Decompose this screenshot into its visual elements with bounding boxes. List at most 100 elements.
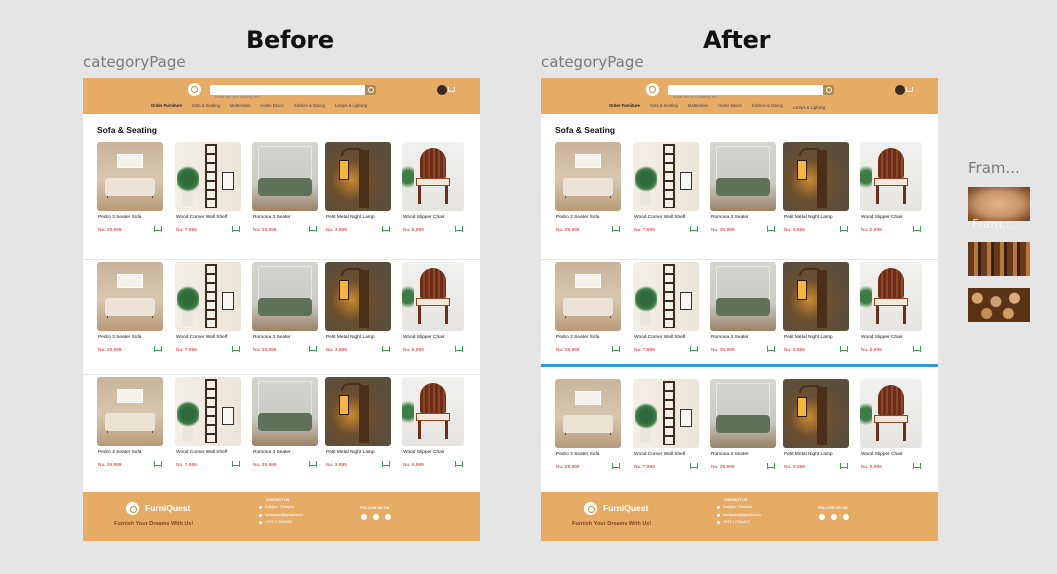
product-name[interactable]: Romona 3 Seater	[711, 215, 749, 220]
add-to-cart-icon[interactable]	[308, 225, 317, 232]
cart-icon[interactable]	[448, 87, 455, 92]
wood-texture-thumbnail-3[interactable]	[968, 288, 1030, 322]
product-image[interactable]	[633, 262, 699, 331]
product-card[interactable]: Wood Slipper Chair Nu. 5,999	[860, 262, 922, 353]
add-to-cart-icon[interactable]	[611, 462, 620, 469]
add-to-cart-icon[interactable]	[231, 345, 240, 352]
product-card[interactable]: Petit Metal Night Lamp Nu. 3,999	[325, 142, 391, 233]
cart-icon[interactable]	[906, 87, 913, 92]
search-icon[interactable]	[365, 85, 376, 95]
add-to-cart-icon[interactable]	[766, 462, 775, 469]
add-to-cart-icon[interactable]	[611, 225, 620, 232]
product-name[interactable]: Romona 3 Seater	[711, 452, 749, 457]
nav-item-order-furniture[interactable]: Order Furniture	[609, 103, 640, 108]
product-card[interactable]: Pedro 3 Seater Sofa Nu. 29,999	[97, 262, 163, 353]
product-name[interactable]: Wood Slipper Chair	[861, 452, 903, 457]
add-to-cart-icon[interactable]	[153, 345, 162, 352]
add-to-cart-icon[interactable]	[231, 225, 240, 232]
product-card[interactable]: Romona 3 Seater Nu. 35,999	[252, 142, 318, 233]
add-to-cart-icon[interactable]	[454, 460, 463, 467]
product-image[interactable]	[710, 262, 776, 331]
product-name[interactable]: Pedro 3 Seater Sofa	[98, 335, 141, 340]
add-to-cart-icon[interactable]	[912, 462, 921, 469]
nav-item-lamps-lighting[interactable]: Lamps & Lighting	[335, 103, 367, 108]
product-card[interactable]: Wood Corner Wall Shelf Nu. 7,999	[633, 262, 699, 353]
product-image[interactable]	[175, 377, 241, 446]
add-to-cart-icon[interactable]	[912, 225, 921, 232]
add-to-cart-icon[interactable]	[689, 345, 698, 352]
search-input[interactable]	[668, 91, 818, 102]
product-card[interactable]: Romona 3 Seater Nu. 35,999	[710, 142, 776, 233]
product-card[interactable]: Wood Corner Wall Shelf Nu. 7,999	[633, 142, 699, 233]
add-to-cart-icon[interactable]	[839, 225, 848, 232]
product-card[interactable]: Petit Metal Night Lamp Nu. 3,999	[783, 379, 849, 470]
contact-email[interactable]: furniquest@gmail.com	[259, 513, 303, 517]
add-to-cart-icon[interactable]	[689, 462, 698, 469]
wood-texture-thumbnail-2[interactable]	[968, 242, 1030, 276]
product-image[interactable]	[97, 142, 163, 211]
product-name[interactable]: Romona 3 Seater	[711, 335, 749, 340]
product-card[interactable]: Petit Metal Night Lamp Nu. 3,999	[783, 262, 849, 353]
product-card[interactable]: Pedro 3 Seater Sofa Nu. 29,999	[555, 379, 621, 470]
contact-phone[interactable]: +975 17234423	[717, 520, 750, 524]
product-name[interactable]: Wood Slipper Chair	[403, 450, 445, 455]
product-image[interactable]	[860, 379, 922, 448]
add-to-cart-icon[interactable]	[381, 460, 390, 467]
product-name[interactable]: Petit Metal Night Lamp	[326, 335, 375, 340]
instagram-icon[interactable]	[831, 514, 837, 520]
add-to-cart-icon[interactable]	[153, 460, 162, 467]
product-name[interactable]: Wood Corner Wall Shelf	[176, 450, 227, 455]
frame-label-after[interactable]: categoryPage	[541, 53, 644, 71]
product-card[interactable]: Petit Metal Night Lamp Nu. 3,999	[325, 377, 391, 468]
add-to-cart-icon[interactable]	[381, 225, 390, 232]
add-to-cart-icon[interactable]	[766, 345, 775, 352]
twitter-icon[interactable]	[843, 514, 849, 520]
product-card[interactable]: Petit Metal Night Lamp Nu. 3,999	[783, 142, 849, 233]
product-image[interactable]	[325, 262, 391, 331]
product-name[interactable]: Wood Slipper Chair	[861, 215, 903, 220]
frame-label-before[interactable]: categoryPage	[83, 53, 186, 71]
facebook-icon[interactable]	[819, 514, 825, 520]
product-name[interactable]: Petit Metal Night Lamp	[784, 215, 833, 220]
product-name[interactable]: Wood Corner Wall Shelf	[634, 452, 685, 457]
add-to-cart-icon[interactable]	[153, 225, 162, 232]
product-card[interactable]: Pedro 3 Seater Sofa Nu. 29,999	[555, 262, 621, 353]
nav-item-home-decor[interactable]: Home Decor	[260, 103, 284, 108]
product-card[interactable]: Wood Slipper Chair Nu. 5,999	[402, 377, 464, 468]
product-name[interactable]: Wood Slipper Chair	[403, 215, 445, 220]
contact-phone[interactable]: +975 17234423	[259, 520, 292, 524]
product-name[interactable]: Romona 3 Seater	[253, 335, 291, 340]
product-image[interactable]	[555, 379, 621, 448]
product-name[interactable]: Wood Corner Wall Shelf	[634, 215, 685, 220]
instagram-icon[interactable]	[373, 514, 379, 520]
product-name[interactable]: Petit Metal Night Lamp	[784, 452, 833, 457]
product-image[interactable]	[402, 142, 464, 211]
nav-item-mattresses[interactable]: Mattresses	[230, 103, 250, 108]
add-to-cart-icon[interactable]	[912, 345, 921, 352]
product-image[interactable]	[325, 142, 391, 211]
product-name[interactable]: Wood Slipper Chair	[403, 335, 445, 340]
product-card[interactable]: Romona 3 Seater Nu. 35,999	[252, 262, 318, 353]
product-card[interactable]: Wood Slipper Chair Nu. 5,999	[402, 262, 464, 353]
product-image[interactable]	[783, 379, 849, 448]
product-image[interactable]	[710, 379, 776, 448]
product-image[interactable]	[402, 377, 464, 446]
wood-texture-thumbnail-1[interactable]	[968, 187, 1030, 221]
add-to-cart-icon[interactable]	[231, 460, 240, 467]
product-card[interactable]: Wood Corner Wall Shelf Nu. 7,999	[175, 142, 241, 233]
product-name[interactable]: Wood Corner Wall Shelf	[634, 335, 685, 340]
product-image[interactable]	[555, 142, 621, 211]
product-image[interactable]	[860, 262, 922, 331]
product-name[interactable]: Romona 3 Seater	[253, 215, 291, 220]
product-image[interactable]	[97, 377, 163, 446]
product-image[interactable]	[633, 379, 699, 448]
search-input[interactable]	[210, 91, 360, 102]
product-card[interactable]: Wood Slipper Chair Nu. 5,999	[860, 142, 922, 233]
product-name[interactable]: Romona 3 Seater	[253, 450, 291, 455]
product-name[interactable]: Wood Corner Wall Shelf	[176, 215, 227, 220]
product-card[interactable]: Pedro 3 Seater Sofa Nu. 29,999	[97, 377, 163, 468]
product-card[interactable]: Wood Corner Wall Shelf Nu. 7,999	[175, 377, 241, 468]
product-card[interactable]: Wood Corner Wall Shelf Nu. 7,999	[633, 379, 699, 470]
product-name[interactable]: Petit Metal Night Lamp	[326, 450, 375, 455]
nav-item-sofa-seating[interactable]: Sofa & Seating	[192, 103, 220, 108]
